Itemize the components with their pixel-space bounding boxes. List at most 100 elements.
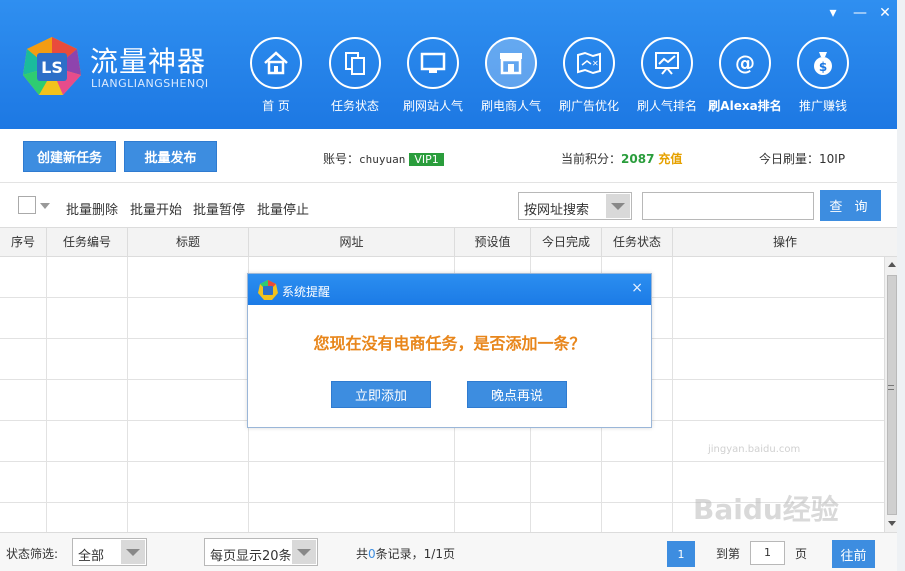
vip-badge: VIP1 <box>409 153 444 166</box>
monitor-icon <box>407 37 459 89</box>
today-info: 今日刷量：10IP <box>759 150 845 167</box>
column-header: 今日完成 <box>531 228 602 256</box>
dialog-titlebar: 系统提醒 × <box>248 274 651 305</box>
menu-button[interactable]: ▾ <box>825 6 841 20</box>
close-button[interactable]: ✕ <box>877 6 893 20</box>
home-icon <box>250 37 302 89</box>
app-logo-icon <box>258 280 278 300</box>
chevron-down-icon <box>292 540 316 564</box>
footer-bar: 状态筛选: 全部 每页显示20条 共0条记录，1/1页 1 到第 1 页 往前 <box>0 532 897 571</box>
points-label: 当前积分： <box>561 152 622 166</box>
batch-delete-link[interactable]: 批量删除 <box>66 199 118 218</box>
nav-label: 刷广告优化 <box>558 99 619 113</box>
nav-label: 刷电商人气 <box>480 99 541 113</box>
page-size-select[interactable]: 每页显示20条 <box>204 538 318 566</box>
presentation-chart-icon <box>641 37 693 89</box>
records-summary: 共0条记录，1/1页 <box>356 545 455 562</box>
nav-website-traffic[interactable]: 刷网站人气 <box>395 37 471 114</box>
column-header: 任务状态 <box>602 228 673 256</box>
account-label: 账号： <box>323 152 360 166</box>
nav-label: 任务状态 <box>330 99 379 113</box>
records-suffix: 条记录，1/1页 <box>375 547 455 561</box>
page-size-value: 每页显示20条 <box>210 549 292 564</box>
column-header: 标题 <box>128 228 249 256</box>
at-sign-icon: @ <box>719 37 771 89</box>
watermark-url: jingyan.baidu.com <box>708 444 801 455</box>
table-header: 序号 任务编号 标题 网址 预设值 今日完成 任务状态 操作 <box>0 227 897 257</box>
svg-text:LS: LS <box>41 58 63 77</box>
batch-publish-button[interactable]: 批量发布 <box>124 141 217 172</box>
nav-home[interactable]: 首 页 <box>238 37 314 114</box>
search-input[interactable] <box>642 192 814 220</box>
recharge-link[interactable]: 充值 <box>658 152 682 166</box>
grid-line <box>46 257 47 532</box>
search-mode-value: 按网址搜索 <box>524 203 590 218</box>
chevron-down-icon <box>606 194 630 218</box>
nav-task-status[interactable]: 任务状态 <box>317 37 393 114</box>
points-value: 2087 <box>621 152 655 166</box>
window-edge <box>897 0 905 571</box>
scrollbar-thumb[interactable] <box>887 275 897 515</box>
today-value: 10IP <box>819 152 846 166</box>
svg-text:✕: ✕ <box>592 59 599 68</box>
nav-promote-earn[interactable]: $ 推广赚钱 <box>785 37 861 114</box>
divider <box>0 182 897 183</box>
column-header: 序号 <box>0 228 47 256</box>
goto-page-input[interactable]: 1 <box>750 541 785 565</box>
nav-popularity-ranking[interactable]: 刷人气排名 <box>629 37 705 114</box>
dialog-title: 系统提醒 <box>282 285 331 299</box>
close-icon[interactable]: × <box>631 280 643 296</box>
minimize-button[interactable]: — <box>852 6 868 20</box>
points-info: 当前积分：2087 充值 <box>561 150 682 167</box>
current-page-button[interactable]: 1 <box>667 541 695 567</box>
app-header: LS 流量神器 LIANGLIANGSHENQI ▾ — ✕ 首 页 任务状态 … <box>0 0 897 129</box>
grid-line <box>0 461 884 462</box>
column-header: 任务编号 <box>47 228 128 256</box>
records-count: 0 <box>368 547 376 561</box>
nav-label: 刷人气排名 <box>636 99 697 113</box>
account-info: 账号：chuyuan VIP1 <box>323 150 444 167</box>
chevron-down-icon[interactable] <box>40 203 50 209</box>
nav-label: 首 页 <box>262 99 290 113</box>
batch-stop-link[interactable]: 批量停止 <box>257 199 309 218</box>
system-alert-dialog: 系统提醒 × 您现在没有电商任务，是否添加一条？ 立即添加 晚点再说 <box>247 273 652 428</box>
column-header: 预设值 <box>455 228 531 256</box>
status-filter-value: 全部 <box>78 549 105 564</box>
batch-pause-link[interactable]: 批量暂停 <box>193 199 245 218</box>
scroll-down-icon[interactable] <box>888 521 896 526</box>
status-filter-label: 状态筛选: <box>6 547 59 561</box>
map-icon: ✕ <box>563 37 615 89</box>
add-now-button[interactable]: 立即添加 <box>331 381 431 408</box>
documents-icon <box>329 37 381 89</box>
go-button[interactable]: 往前 <box>832 540 875 568</box>
nav-ecommerce-traffic[interactable]: 刷电商人气 <box>473 37 549 114</box>
chevron-down-icon <box>121 540 145 564</box>
search-mode-select[interactable]: 按网址搜索 <box>518 192 632 220</box>
grid-line <box>127 257 128 532</box>
batch-start-link[interactable]: 批量开始 <box>130 199 182 218</box>
grip-icon <box>888 385 894 390</box>
store-icon <box>485 37 537 89</box>
scroll-up-icon[interactable] <box>888 262 896 267</box>
select-all-checkbox[interactable] <box>18 196 36 214</box>
vertical-scrollbar[interactable] <box>884 257 898 532</box>
svg-text:$: $ <box>819 60 827 74</box>
column-header: 操作 <box>772 235 797 249</box>
page-unit-label: 页 <box>795 547 808 561</box>
records-prefix: 共 <box>356 547 369 561</box>
app-title: 流量神器 <box>90 45 207 78</box>
grid-line <box>672 257 673 532</box>
today-label: 今日刷量： <box>759 152 820 166</box>
nav-ad-optimization[interactable]: ✕ 刷广告优化 <box>551 37 627 114</box>
goto-label: 到第 <box>716 547 741 561</box>
nav-label: 刷网站人气 <box>402 99 463 113</box>
nav-alexa-ranking[interactable]: @ 刷Alexa排名 <box>707 37 783 114</box>
create-task-button[interactable]: 创建新任务 <box>23 141 116 172</box>
later-button[interactable]: 晚点再说 <box>467 381 567 408</box>
dialog-message: 您现在没有电商任务，是否添加一条？ <box>313 334 586 353</box>
status-filter-select[interactable]: 全部 <box>72 538 147 566</box>
svg-text:@: @ <box>735 51 755 75</box>
nav-label: 推广赚钱 <box>798 99 847 113</box>
watermark: Baidu经验 <box>693 493 839 526</box>
query-button[interactable]: 查 询 <box>820 190 881 221</box>
